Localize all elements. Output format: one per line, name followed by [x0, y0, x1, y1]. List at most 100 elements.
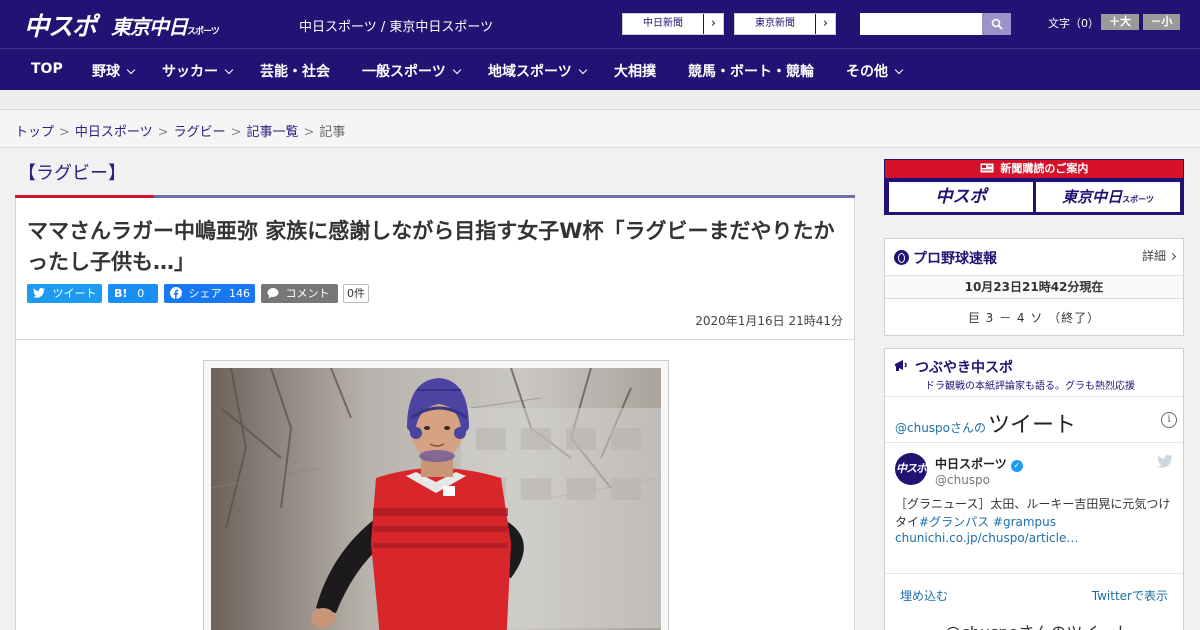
- article-body: [15, 339, 855, 630]
- chevron-down-icon: [224, 65, 234, 75]
- facebook-share-button[interactable]: シェア 146: [164, 284, 255, 303]
- nav-label: サッカー: [162, 64, 218, 80]
- search-icon: [991, 18, 1003, 30]
- nav-sumo[interactable]: 大相撲: [614, 61, 656, 81]
- nav-soccer[interactable]: サッカー: [162, 61, 234, 81]
- tweet-button[interactable]: ツイート: [27, 284, 102, 303]
- nav-baseball[interactable]: 野球: [92, 61, 136, 81]
- subscription-banner[interactable]: 新聞購読のご案内 中スポ 東京中日スポーツ: [884, 159, 1184, 215]
- breadcrumb: トップ > 中日スポーツ > ラグビー > 記事一覧 > 記事: [0, 110, 1200, 148]
- comment-label: コメント: [285, 287, 330, 300]
- chevron-right-icon: [1168, 252, 1177, 261]
- chuspo-logo[interactable]: 中スポ: [24, 7, 97, 43]
- tokyo-subscribe-text: 東京中日: [1062, 188, 1123, 206]
- baseball-icon: [894, 250, 909, 265]
- nav-label: 大相撲: [614, 64, 656, 80]
- timeline-footer-divider: [885, 573, 1183, 574]
- tweet-article-link[interactable]: chunichi.co.jp/chuspo/article…: [895, 531, 1078, 545]
- breadcrumb-separator: >: [157, 125, 169, 140]
- subscription-bar: 新聞購読のご案内: [885, 160, 1183, 178]
- font-size-label: 文字（0）: [1048, 17, 1099, 30]
- pro-baseball-card: プロ野球速報 詳細 10月23日21時42分現在 巨 3 － 4 ソ （終了）: [884, 238, 1184, 336]
- publish-date: 2020年1月16日 21時41分: [695, 314, 843, 328]
- tweet-section-subtitle: ドラ観戦の本紙評論家も語る。グラも熱烈応援: [925, 381, 1135, 392]
- chevron-down-icon: [894, 65, 904, 75]
- nav-general-sports[interactable]: 一般スポーツ: [362, 61, 461, 81]
- hatena-label: B!: [114, 287, 128, 300]
- site-name: 中日スポーツ / 東京中日スポーツ: [299, 20, 494, 35]
- verified-badge-icon: ✓: [1010, 460, 1023, 472]
- font-decrease-button[interactable]: －小: [1143, 14, 1180, 30]
- main-nav: TOP 野球 サッカー 芸能・社会 一般スポーツ 地域スポーツ 大相撲 競馬・ボ…: [0, 48, 1200, 90]
- tweet-text: ［グラニュース］太田、ルーキー吉田晃に元気つけ タイ#グランパス #grampu…: [895, 495, 1175, 531]
- info-icon[interactable]: i: [1161, 412, 1177, 428]
- article-photo[interactable]: [211, 368, 661, 630]
- game-score[interactable]: 巨 3 － 4 ソ （終了）: [885, 309, 1183, 326]
- tweet-author-handle[interactable]: @chuspo: [935, 473, 990, 487]
- font-increase-button[interactable]: ＋大: [1101, 14, 1139, 30]
- tokyo-logo-text: 東京中日: [111, 15, 188, 39]
- search-input[interactable]: [860, 13, 982, 35]
- nav-label: 一般スポーツ: [362, 64, 446, 80]
- timeline-title[interactable]: @chuspoさんのツイート: [895, 407, 1076, 439]
- nav-label: 競馬・ボート・競輪: [688, 64, 814, 80]
- chevron-down-icon: [126, 65, 136, 75]
- nav-label: TOP: [31, 61, 63, 77]
- chevron-down-icon: [452, 65, 461, 75]
- hatena-bookmark-button[interactable]: B! 0: [108, 284, 158, 303]
- twitter-bird-icon[interactable]: [1157, 455, 1173, 468]
- site-header: 中スポ 東京中日スポーツ 中日スポーツ / 東京中日スポーツ 中日新聞 › 東京…: [0, 0, 1200, 48]
- hashtag-link[interactable]: #グランパス: [919, 515, 989, 529]
- tweet-text-line2: タイ: [895, 515, 920, 529]
- tokyo-subscribe-small: スポーツ: [1122, 195, 1154, 204]
- tweet-author-name[interactable]: 中日スポーツ ✓: [935, 455, 1023, 472]
- breadcrumb-current: 記事: [319, 125, 346, 140]
- chevron-down-icon: [578, 65, 587, 75]
- timeline-divider: [885, 442, 1183, 443]
- hashtag-link[interactable]: #grampus: [993, 515, 1056, 529]
- breadcrumb-separator: >: [59, 125, 70, 140]
- article-category: 【ラグビー】: [18, 163, 126, 184]
- tsubuyaki-chuspo-card: つぶやき中スポ ドラ観戦の本紙評論家も語る。グラも熱烈応援 @chuspoさんの…: [884, 348, 1184, 630]
- view-on-twitter-link[interactable]: Twitterで表示: [1092, 587, 1168, 604]
- nav-entertainment[interactable]: 芸能・社会: [260, 61, 330, 81]
- sub-strip: [0, 90, 1200, 110]
- tweet-section-title-text: つぶやき中スポ: [915, 360, 1013, 376]
- chuspo-subscribe-logo[interactable]: 中スポ: [889, 182, 1033, 212]
- more-tweets-link[interactable]: @chuspoさんのツイート: [945, 619, 1130, 630]
- tokyo-subscribe-logo[interactable]: 東京中日スポーツ: [1036, 182, 1180, 212]
- facebook-icon: [170, 287, 182, 299]
- hatena-count: 0: [137, 287, 145, 300]
- ext-link-label: 東京新聞: [755, 18, 795, 29]
- chevron-right-icon: ›: [815, 14, 835, 34]
- article-headline: ママさんラガー中嶋亜弥 家族に感謝しながら目指す女子W杯「ラグビーまだやりたかっ…: [27, 219, 835, 274]
- nav-racing[interactable]: 競馬・ボート・競輪: [688, 61, 814, 81]
- article-photo-frame: [203, 360, 669, 630]
- tokyo-shimbun-link[interactable]: 東京新聞 ›: [734, 13, 836, 35]
- rugby-player-photo: [211, 368, 661, 630]
- tokyo-chunichi-logo[interactable]: 東京中日スポーツ: [111, 11, 220, 40]
- comment-button[interactable]: コメント: [261, 284, 338, 303]
- breadcrumb-top[interactable]: トップ: [15, 125, 54, 140]
- breadcrumb-chunichi-sports[interactable]: 中日スポーツ: [75, 125, 153, 140]
- nav-other[interactable]: その他: [846, 61, 904, 81]
- nav-top[interactable]: TOP: [31, 61, 63, 77]
- facebook-label: シェア: [188, 287, 222, 300]
- search-button[interactable]: [982, 13, 1011, 35]
- timeline-title-text: ツイート: [988, 413, 1077, 438]
- facebook-count: 146: [229, 287, 250, 300]
- chunichi-shimbun-link[interactable]: 中日新聞 ›: [622, 13, 724, 35]
- embed-link[interactable]: 埋め込む: [900, 587, 948, 604]
- baseball-details-link[interactable]: 詳細: [1142, 247, 1177, 264]
- twitter-timeline-embed: @chuspoさんのツイート i 中スポ 中日スポーツ ✓ @chuspo ［グラ…: [885, 396, 1183, 630]
- article-header: ママさんラガー中嶋亜弥 家族に感謝しながら目指す女子W杯「ラグビーまだやりたかっ…: [15, 198, 855, 340]
- tokyo-logo-small: スポーツ: [187, 27, 220, 37]
- breadcrumb-article-list[interactable]: 記事一覧: [247, 125, 299, 140]
- nav-regional-sports[interactable]: 地域スポーツ: [488, 61, 587, 81]
- twitter-bird-icon: [33, 287, 45, 298]
- timeline-prefix: @chuspoさんの: [895, 421, 987, 435]
- avatar[interactable]: 中スポ: [895, 453, 927, 485]
- subscription-label: 新聞購読のご案内: [1000, 162, 1089, 175]
- breadcrumb-separator: >: [230, 125, 242, 140]
- breadcrumb-rugby[interactable]: ラグビー: [174, 125, 226, 140]
